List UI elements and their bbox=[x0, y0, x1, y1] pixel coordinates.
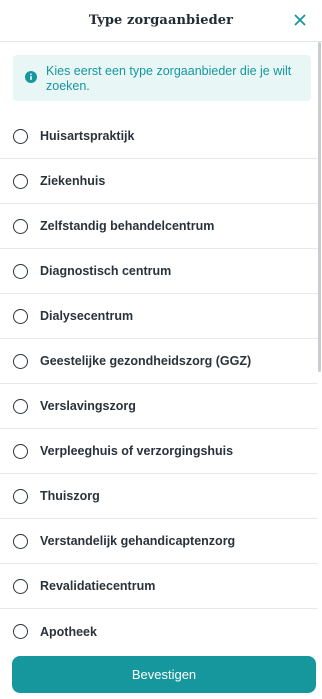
confirm-button[interactable]: Bevestigen bbox=[12, 656, 316, 693]
close-icon bbox=[294, 14, 306, 26]
provider-type-sheet: Type zorgaanbieder Kies eerst een type z… bbox=[0, 0, 322, 699]
radio-button[interactable] bbox=[13, 443, 28, 459]
option-gehandicaptenzorg[interactable]: Verstandelijk gehandicaptenzorg bbox=[0, 519, 318, 564]
scrollbar[interactable] bbox=[318, 42, 321, 372]
radio-button[interactable] bbox=[13, 578, 28, 594]
radio-button[interactable] bbox=[13, 128, 28, 144]
option-label: Verstandelijk gehandicaptenzorg bbox=[40, 534, 236, 548]
option-label: Revalidatiecentrum bbox=[40, 579, 156, 593]
radio-button[interactable] bbox=[13, 488, 28, 504]
option-label: Zelfstandig behandelcentrum bbox=[40, 219, 215, 233]
radio-button[interactable] bbox=[13, 398, 28, 414]
option-huisartspraktijk[interactable]: Huisartspraktijk bbox=[0, 114, 318, 159]
option-verpleeghuis[interactable]: Verpleeghuis of verzorgingshuis bbox=[0, 429, 318, 474]
option-label: Diagnostisch centrum bbox=[40, 264, 172, 278]
option-label: Thuiszorg bbox=[40, 489, 100, 503]
radio-button[interactable] bbox=[13, 533, 28, 549]
radio-button[interactable] bbox=[13, 353, 28, 369]
option-list: Huisartspraktijk Ziekenhuis Zelfstandig … bbox=[0, 114, 318, 654]
option-label: Verslavingszorg bbox=[40, 399, 136, 413]
radio-button[interactable] bbox=[13, 173, 28, 189]
option-thuiszorg[interactable]: Thuiszorg bbox=[0, 474, 318, 519]
info-icon bbox=[25, 71, 37, 83]
option-label: Geestelijke gezondheidszorg (GGZ) bbox=[40, 354, 252, 368]
option-label: Verpleeghuis of verzorgingshuis bbox=[40, 444, 234, 458]
sheet-title: Type zorgaanbieder bbox=[88, 13, 234, 28]
sheet-footer: Bevestigen bbox=[0, 647, 322, 699]
sheet-header: Type zorgaanbieder bbox=[0, 0, 322, 42]
radio-button[interactable] bbox=[13, 624, 28, 639]
option-revalidatiecentrum[interactable]: Revalidatiecentrum bbox=[0, 564, 318, 609]
option-ggz[interactable]: Geestelijke gezondheidszorg (GGZ) bbox=[0, 339, 318, 384]
option-label: Ziekenhuis bbox=[40, 174, 106, 188]
close-button[interactable] bbox=[292, 12, 308, 28]
option-label: Apotheek bbox=[40, 624, 97, 639]
info-banner: Kies eerst een type zorgaanbieder die je… bbox=[13, 55, 311, 101]
option-label: Dialysecentrum bbox=[40, 309, 134, 323]
radio-button[interactable] bbox=[13, 263, 28, 279]
radio-button[interactable] bbox=[13, 308, 28, 324]
info-text: Kies eerst een type zorgaanbieder die je… bbox=[46, 64, 292, 93]
option-ziekenhuis[interactable]: Ziekenhuis bbox=[0, 159, 318, 204]
option-dialysecentrum[interactable]: Dialysecentrum bbox=[0, 294, 318, 339]
option-label: Huisartspraktijk bbox=[40, 129, 135, 143]
option-zelfstandig-behandelcentrum[interactable]: Zelfstandig behandelcentrum bbox=[0, 204, 318, 249]
option-verslavingszorg[interactable]: Verslavingszorg bbox=[0, 384, 318, 429]
option-diagnostisch-centrum[interactable]: Diagnostisch centrum bbox=[0, 249, 318, 294]
radio-button[interactable] bbox=[13, 218, 28, 234]
